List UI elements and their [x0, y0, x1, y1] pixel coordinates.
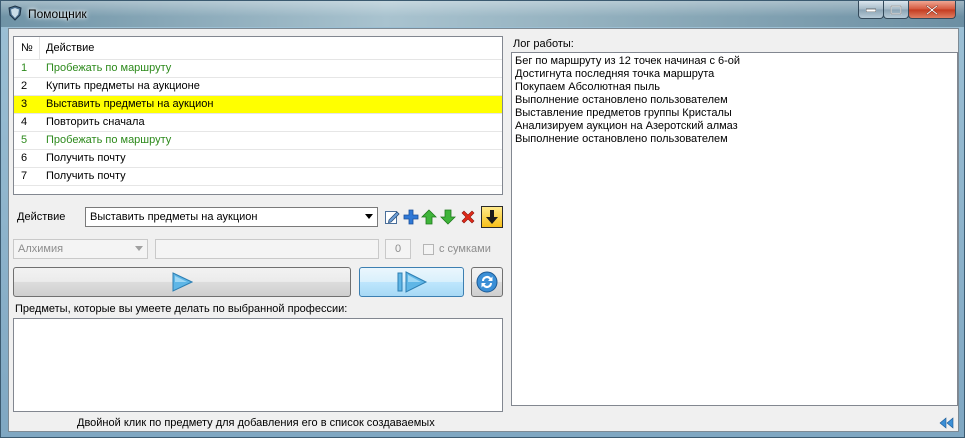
column-header-action[interactable]: Действие	[46, 42, 94, 54]
move-down-icon[interactable]	[440, 209, 456, 225]
maximize-icon	[890, 5, 902, 14]
task-number: 4	[21, 116, 28, 128]
task-number: 5	[21, 134, 28, 146]
title-bar[interactable]: Помощник	[1, 1, 964, 27]
action-select-value: Выставить предметы на аукцион	[90, 211, 258, 223]
close-icon	[926, 4, 938, 15]
refresh-icon	[476, 271, 498, 293]
quantity-field[interactable]: 0	[385, 239, 411, 259]
task-action: Купить предметы на аукционе	[46, 80, 200, 92]
task-number: 2	[21, 80, 28, 92]
step-play-icon	[397, 271, 427, 293]
task-row[interactable]: 5 Пробежать по маршруту	[14, 132, 502, 150]
task-action: Выставить предметы на аукцион	[46, 98, 214, 110]
task-row[interactable]: 1 Пробежать по маршруту	[14, 60, 502, 78]
log-line: Покупаем Абсолютная пыль	[515, 81, 660, 93]
profession-select-value: Алхимия	[18, 243, 64, 255]
task-action: Пробежать по маршруту	[46, 62, 172, 74]
task-row[interactable]: 7 Получить почту	[14, 168, 502, 186]
task-number: 7	[21, 170, 28, 182]
task-list[interactable]: № Действие 1 Пробежать по маршруту 2 Куп…	[13, 36, 503, 195]
log-line: Выполнение остановлено пользователем	[515, 94, 728, 106]
step-button[interactable]	[359, 267, 464, 297]
profession-items-list[interactable]	[13, 318, 503, 412]
task-action: Пробежать по маршруту	[46, 134, 172, 146]
action-select[interactable]: Выставить предметы на аукцион	[85, 207, 378, 227]
log-line: Бег по маршруту из 12 точек начиная с 6-…	[515, 55, 741, 67]
move-to-bottom-button[interactable]	[481, 206, 503, 228]
task-row[interactable]: 2 Купить предметы на аукционе	[14, 78, 502, 96]
log-line: Выполнение остановлено пользователем	[515, 133, 728, 145]
add-icon[interactable]	[403, 209, 419, 225]
log-label: Лог работы:	[513, 38, 574, 50]
task-action: Получить почту	[46, 152, 126, 164]
app-shield-icon	[8, 5, 22, 21]
minimize-button[interactable]	[858, 1, 884, 19]
task-number: 1	[21, 62, 28, 74]
close-button[interactable]	[908, 1, 956, 19]
move-up-icon[interactable]	[421, 209, 437, 225]
task-row[interactable]: 6 Получить почту	[14, 150, 502, 168]
edit-icon[interactable]	[384, 209, 400, 225]
chevron-down-icon[interactable]	[135, 246, 143, 251]
column-separator	[39, 37, 40, 59]
column-header-number[interactable]: №	[21, 42, 33, 54]
refresh-button[interactable]	[471, 267, 503, 297]
window-title: Помощник	[28, 7, 87, 21]
profession-items-label: Предметы, которые вы умеете делать по вы…	[15, 303, 348, 315]
task-number: 6	[21, 152, 28, 164]
item-search-input[interactable]	[155, 239, 379, 259]
play-icon	[172, 272, 193, 292]
chevron-down-icon[interactable]	[365, 214, 373, 219]
delete-icon[interactable]	[460, 209, 476, 225]
with-bags-label: с сумками	[439, 243, 491, 255]
log-text-area[interactable]: Бег по маршруту из 12 точек начиная с 6-…	[511, 52, 958, 406]
task-number: 3	[21, 98, 28, 110]
task-action: Получить почту	[46, 170, 126, 182]
log-line: Выставление предметов группы Кристалы	[515, 107, 732, 119]
collapse-panel-icon[interactable]	[937, 417, 957, 429]
minimize-icon	[866, 8, 876, 12]
log-line: Анализируем аукцион на Азеротский алмаз	[515, 120, 738, 132]
log-line: Достигнута последняя точка маршрута	[515, 68, 715, 80]
assistant-window: Помощник № Действие 1 Пробежать по маршр…	[0, 0, 965, 438]
move-to-bottom-icon	[486, 210, 498, 224]
task-row-selected[interactable]: 3 Выставить предметы на аукцион	[14, 96, 502, 114]
maximize-button[interactable]	[883, 1, 909, 19]
window-client-area: № Действие 1 Пробежать по маршруту 2 Куп…	[8, 28, 959, 432]
run-button[interactable]	[13, 267, 351, 297]
task-row[interactable]: 4 Повторить сначала	[14, 114, 502, 132]
profession-select[interactable]: Алхимия	[13, 239, 148, 259]
task-list-header: № Действие	[14, 37, 502, 60]
action-label: Действие	[17, 211, 66, 223]
task-action: Повторить сначала	[46, 116, 145, 128]
with-bags-checkbox[interactable]	[423, 244, 434, 255]
double-click-hint: Двойной клик по предмету для добавления …	[77, 417, 435, 429]
